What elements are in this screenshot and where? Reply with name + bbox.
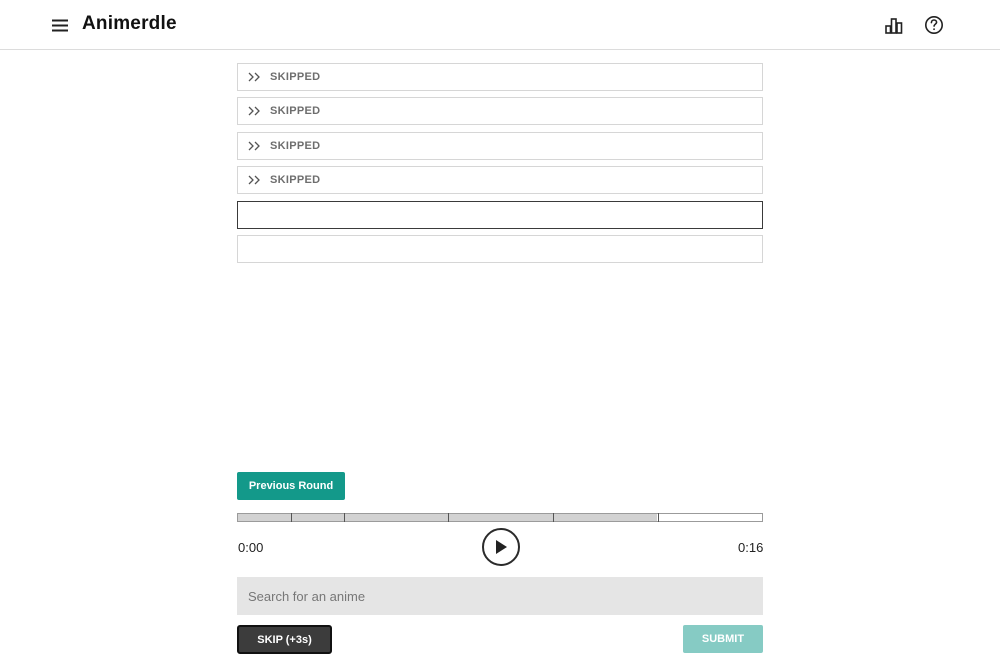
guess-status-label: SKIPPED	[270, 105, 321, 118]
anime-search-input[interactable]	[237, 577, 763, 615]
guess-row-skipped: SKIPPED	[237, 166, 763, 195]
double-chevron-right-icon	[248, 104, 262, 118]
guess-status-label: SKIPPED	[270, 71, 321, 83]
segment-tick	[658, 513, 659, 522]
bar-chart-icon[interactable]	[882, 14, 906, 38]
hamburger-menu-icon[interactable]	[49, 14, 71, 36]
app-header: Animerdle	[0, 0, 1000, 50]
segment-tick	[291, 513, 292, 522]
app-title: Animerdle	[82, 13, 177, 34]
guess-list: SKIPPED SKIPPED SKIPPED SKIPPED	[237, 63, 763, 269]
segment-tick	[448, 513, 449, 522]
guess-row-skipped: SKIPPED	[237, 97, 763, 126]
audio-progress-bar[interactable]	[237, 513, 763, 522]
guess-status-label: SKIPPED	[270, 174, 321, 187]
guess-row-skipped: SKIPPED	[237, 131, 763, 160]
double-chevron-right-icon	[248, 173, 262, 187]
guess-row-current	[237, 200, 763, 229]
segment-tick	[553, 513, 554, 522]
question-circle-icon[interactable]	[922, 13, 946, 37]
double-chevron-right-icon	[248, 70, 262, 84]
guess-row-empty	[237, 234, 763, 263]
play-icon	[496, 540, 507, 554]
double-chevron-right-icon	[248, 139, 262, 153]
skip-button[interactable]: SKIP (+3s)	[237, 625, 332, 654]
submit-button[interactable]: SUBMIT	[683, 625, 763, 653]
current-time: 0:00	[238, 540, 264, 555]
guess-status-label: SKIPPED	[270, 139, 321, 152]
play-button[interactable]	[482, 528, 520, 566]
segment-tick	[344, 513, 345, 522]
guess-row-skipped: SKIPPED	[237, 63, 763, 91]
previous-round-button[interactable]: Previous Round	[237, 472, 345, 500]
total-time: 0:16	[738, 540, 764, 555]
